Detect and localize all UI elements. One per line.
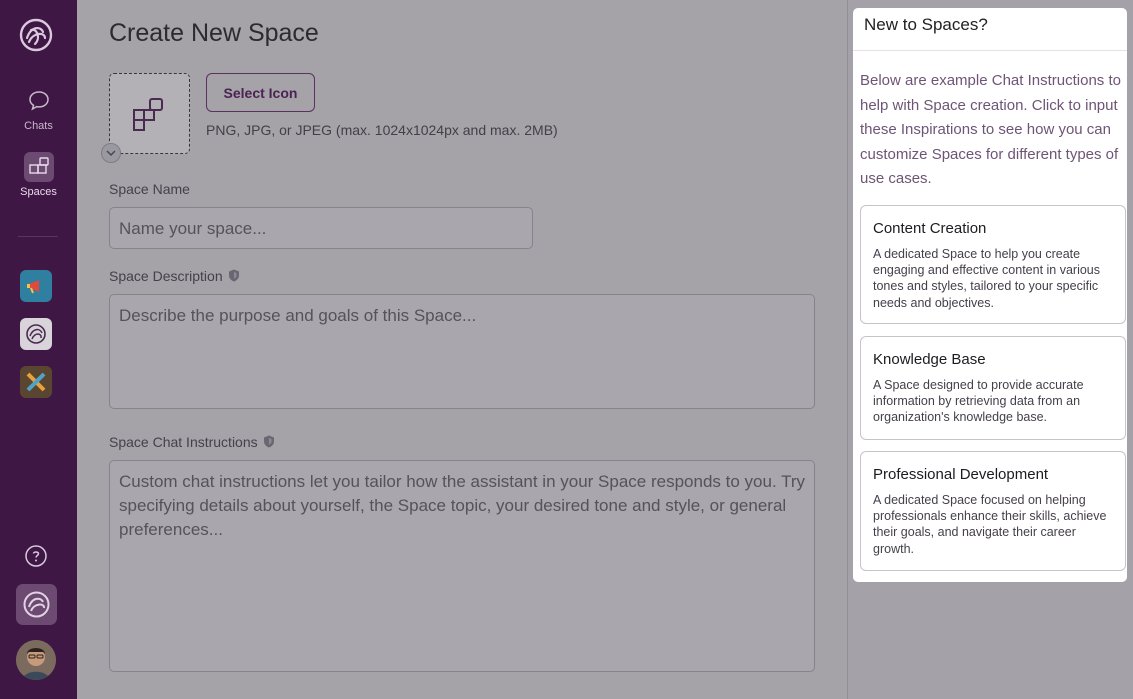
workspace-logo-icon[interactable] (16, 584, 57, 625)
sidebar-item-label: Spaces (20, 186, 57, 198)
card-description: A dedicated Space to help you create eng… (873, 247, 1101, 310)
sidebar: Chats Spaces (0, 0, 77, 699)
card-description: A dedicated Space focused on helping pro… (873, 493, 1107, 556)
spaces-grid-icon (133, 98, 163, 131)
help-icon[interactable] (24, 544, 48, 568)
sidebar-divider (18, 236, 58, 237)
shield-icon (263, 435, 274, 448)
space-chat-instructions-textarea[interactable]: Custom chat instructions let you tailor … (109, 460, 815, 672)
inspiration-card-professional-development[interactable]: Professional Development A dedicated Spa… (860, 451, 1126, 571)
space-chat-instructions-label-text: Space Chat Instructions (109, 434, 258, 450)
knot-app-icon[interactable] (20, 318, 52, 350)
card-title: Professional Development (873, 466, 1049, 483)
pencil-ruler-app-icon[interactable] (20, 366, 52, 398)
space-icon-dropzone[interactable] (109, 73, 190, 154)
new-to-spaces-panel: New to Spaces? Below are example Chat In… (853, 8, 1127, 582)
sidebar-item-label: Chats (24, 120, 53, 132)
space-chat-instructions-label: Space Chat Instructions (109, 434, 275, 450)
chevron-down-icon (106, 150, 116, 157)
space-description-label: Space Description (109, 268, 240, 284)
user-avatar[interactable] (16, 640, 56, 680)
page-title: Create New Space (109, 19, 319, 47)
panel-title: New to Spaces? (853, 8, 1127, 51)
space-description-label-text: Space Description (109, 268, 223, 284)
card-description: A Space designed to provide accurate inf… (873, 378, 1084, 425)
chat-bubble-icon (28, 91, 49, 111)
sidebar-item-chats[interactable]: Chats (0, 86, 77, 132)
card-title: Content Creation (873, 220, 987, 237)
space-name-label: Space Name (109, 181, 190, 197)
space-description-textarea[interactable]: Describe the purpose and goals of this S… (109, 294, 815, 409)
card-title: Knowledge Base (873, 351, 986, 368)
create-space-form: Create New Space Select Icon PNG, JPG, o… (77, 0, 847, 699)
select-icon-button[interactable]: Select Icon (206, 73, 315, 112)
shield-icon (228, 269, 239, 282)
icon-dropdown-toggle[interactable] (101, 143, 121, 163)
spaces-grid-icon (23, 152, 54, 182)
inspiration-card-knowledge-base[interactable]: Knowledge Base A Space designed to provi… (860, 336, 1126, 440)
sidebar-item-spaces[interactable]: Spaces (0, 152, 77, 198)
inspiration-card-content-creation[interactable]: Content Creation A dedicated Space to he… (860, 205, 1126, 324)
space-name-input[interactable]: Name your space... (109, 207, 533, 249)
panel-intro-text: Below are example Chat Instructions to h… (860, 72, 1121, 187)
app-logo-icon[interactable] (19, 18, 53, 52)
megaphone-app-icon[interactable] (20, 270, 52, 302)
icon-format-hint: PNG, JPG, or JPEG (max. 1024x1024px and … (206, 122, 558, 138)
